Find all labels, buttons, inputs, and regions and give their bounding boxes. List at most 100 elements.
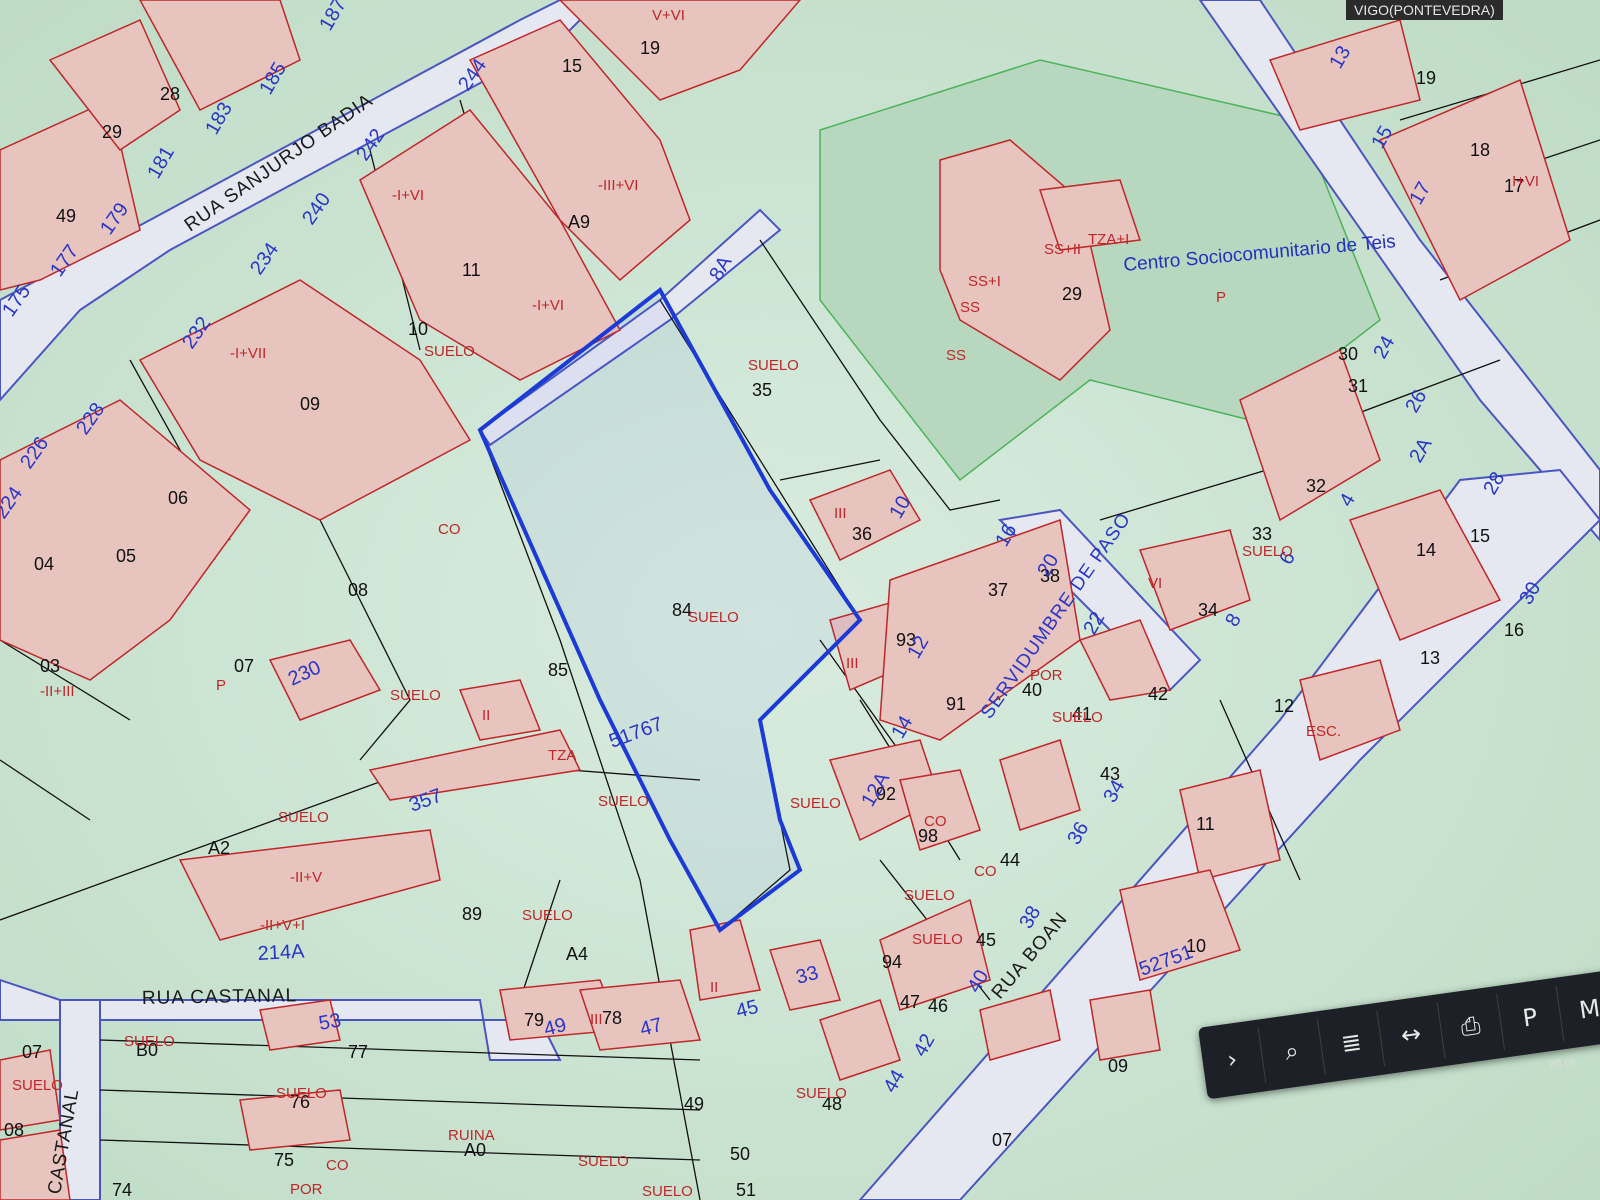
suelo-label: SUELO: [688, 609, 739, 626]
parcel-number: 31: [1348, 376, 1368, 396]
suelo-label: SUELO: [12, 1077, 63, 1094]
parcel-number: 36: [852, 524, 872, 544]
parcel-number: 05: [116, 546, 136, 566]
floor-label: II: [482, 707, 490, 724]
suelo-label: SUELO: [912, 931, 963, 948]
parcel-number: 07: [234, 656, 254, 676]
floor-label: TZA: [548, 747, 576, 764]
floor-label: SS+II: [1044, 241, 1081, 258]
co-label: CO: [438, 521, 461, 538]
parcel-number: 37: [988, 580, 1008, 600]
floor-label: SS+I: [968, 273, 1001, 290]
parcel-number: 28: [160, 84, 180, 104]
parcel-number: 19: [640, 38, 660, 58]
suelo-label: SUELO: [424, 343, 475, 360]
parcel-number: 45: [976, 930, 996, 950]
expand-icon[interactable]: ›: [1199, 1027, 1267, 1092]
floor-label: -I+VI: [392, 187, 424, 204]
floor-label: -I+VI: [532, 297, 564, 314]
measure-icon[interactable]: ↔: [1377, 1002, 1446, 1067]
parcel-number: A4: [566, 944, 588, 964]
print-icon[interactable]: ⎙: [1437, 994, 1505, 1058]
parcel-number: 78: [602, 1008, 622, 1028]
parcel-number: 47: [900, 992, 920, 1012]
house-number: 214A: [257, 941, 305, 965]
parcel-number: 49: [56, 206, 76, 226]
suelo-label: SUELO: [642, 1183, 693, 1200]
suelo-label: SUELO: [390, 687, 441, 704]
parcel-number: 30: [1338, 344, 1358, 364]
suelo-label: SUELO: [1052, 709, 1103, 726]
floor-label: ESC.: [1306, 723, 1341, 740]
floor-label: III: [834, 505, 847, 522]
parcel-number: 08: [348, 580, 368, 600]
suelo-label: SUELO: [278, 809, 329, 826]
parcel-number: 85: [548, 660, 568, 680]
parcel-number: 10: [408, 319, 428, 339]
suelo-label: SUELO: [578, 1153, 629, 1170]
co-label: CO: [326, 1157, 349, 1174]
parcel-number: 15: [562, 56, 582, 76]
parcel-number: 51: [736, 1180, 756, 1200]
parcel-number: 34: [1198, 600, 1218, 620]
parcel-number: 11: [1196, 814, 1215, 834]
floor-label: -II+III: [40, 683, 75, 700]
floor-label: TZA+I: [1088, 231, 1129, 248]
street-label-castanal: RUA CASTANAL: [142, 985, 298, 1009]
floor-label: P: [1216, 289, 1226, 306]
parcel-number: 44: [1000, 850, 1020, 870]
parcel-number: 42: [1148, 684, 1168, 704]
suelo-label: SUELO: [124, 1033, 175, 1050]
floor-label: III: [846, 655, 859, 672]
parcel-number: 19: [1416, 68, 1436, 88]
floor-label: VI: [1148, 575, 1162, 592]
parcel-number: 16: [1504, 620, 1524, 640]
floor-label: P: [216, 677, 226, 694]
parcel-number: A2: [208, 838, 230, 858]
floor-label: SS: [960, 299, 980, 316]
parcel-number: 11: [462, 260, 481, 280]
pin-icon[interactable]: P: [1496, 985, 1565, 1050]
floor-label: I+VI: [1512, 173, 1539, 190]
layers-icon[interactable]: ≣: [1318, 1010, 1386, 1075]
parcel-number: 77: [348, 1042, 368, 1062]
suelo-label: SUELO: [276, 1085, 327, 1102]
parcel-number: 74: [112, 1180, 132, 1200]
parcel-number: 08: [4, 1120, 24, 1140]
parcel-number: 13: [1420, 648, 1440, 668]
floor-label: III: [590, 1011, 603, 1028]
parcel-number: 09: [1108, 1056, 1128, 1076]
parcel-number: 50: [730, 1144, 750, 1164]
floor-label: -III+VI: [598, 177, 638, 194]
parcel-number: 33: [1252, 524, 1272, 544]
floor-label: II: [710, 979, 718, 996]
parcel-number: 75: [274, 1150, 294, 1170]
suelo-label: SUELO: [796, 1085, 847, 1102]
suelo-label: SUELO: [1242, 543, 1293, 560]
suelo-label: SUELO: [522, 907, 573, 924]
floor-label: POR: [290, 1181, 323, 1198]
parcel-number: 91: [946, 694, 966, 714]
parcel-number: 29: [102, 122, 122, 142]
more-icon[interactable]: M: [1556, 977, 1600, 1041]
parcel-number: 89: [462, 904, 482, 924]
parcel-number: 18: [1470, 140, 1490, 160]
co-label: CO: [924, 813, 947, 830]
parcel-number: 06: [168, 488, 188, 508]
cadastral-map-view[interactable]: RUA SANJURJO BADIA RUA CASTANAL RUA BOAN…: [0, 0, 1600, 1200]
parcel-number: 12: [1274, 696, 1294, 716]
parcel-number: 46: [928, 996, 948, 1016]
floor-label: SS: [946, 347, 966, 364]
floor-label: V+VI: [652, 7, 685, 24]
floor-label: -II+V+I: [260, 917, 305, 934]
parcel-number: 29: [1062, 284, 1082, 304]
floor-label: RUINA: [448, 1127, 495, 1144]
parcel-number: 03: [40, 656, 60, 676]
floor-label: -II+V: [290, 869, 322, 886]
parcel-number: 15: [1470, 526, 1490, 546]
parcel-number: 94: [882, 952, 902, 972]
parcel-number: 04: [34, 554, 54, 574]
search-icon[interactable]: ⌕: [1258, 1019, 1327, 1084]
suelo-label: SUELO: [790, 795, 841, 812]
house-number: 53: [317, 1009, 343, 1035]
